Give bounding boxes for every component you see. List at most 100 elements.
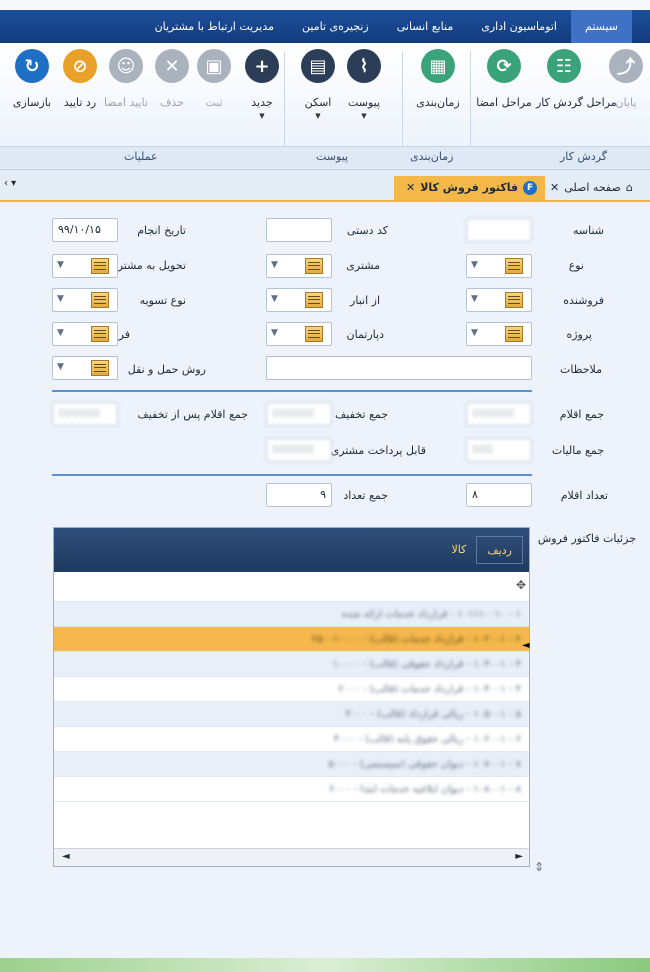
settlement-type-combo[interactable]: ▼: [52, 288, 118, 312]
tab-list-dropdown[interactable]: ‹ ▾: [4, 178, 16, 189]
move-handle-icon[interactable]: ✥: [516, 578, 526, 592]
manual-code-field[interactable]: [266, 218, 332, 242]
lookup-grid-icon[interactable]: [305, 326, 323, 342]
invoice-icon: F: [523, 181, 538, 195]
label-notes: ملاحظات: [560, 363, 602, 376]
label-manual-code: کد دستی: [346, 224, 388, 237]
chevron-down-icon: ▼: [471, 260, 478, 270]
label-seller: فروشنده: [563, 294, 604, 307]
column-row-number[interactable]: ردیف: [476, 536, 523, 564]
scroll-left-icon[interactable]: ◄: [62, 851, 70, 862]
table-row[interactable]: ۵ - ۱۰۵۰۰۱ - ریالی قرارداد (قالب) - ۳۰۰۰: [54, 702, 529, 727]
row-pointer-icon: ◄: [522, 640, 530, 651]
close-icon[interactable]: ✕: [550, 176, 559, 200]
customer-payable-field: 000000: [266, 438, 332, 462]
plus-icon: +: [245, 49, 279, 83]
label-from-warehouse: از انبار: [350, 294, 380, 307]
scroll-right-icon[interactable]: ►: [515, 851, 523, 862]
tab-home[interactable]: ⌂ صفحه اصلی ✕: [538, 176, 641, 200]
type-combo[interactable]: ▼: [466, 254, 532, 278]
lookup-grid-icon[interactable]: [305, 292, 323, 308]
label-customer-payable: قابل پرداخت مشتری: [330, 444, 426, 457]
resize-handle-icon[interactable]: ⇕: [534, 860, 544, 874]
grid-new-row[interactable]: [54, 572, 529, 602]
lookup-grid-icon[interactable]: [505, 326, 523, 342]
lookup-grid-icon[interactable]: [505, 258, 523, 274]
column-product[interactable]: کالا: [441, 536, 476, 564]
seller-combo[interactable]: ▼: [466, 288, 532, 312]
table-row[interactable]: ۶ - ۱۰۶۰۰۱ - ریالی حقوق پایه (قالب) - ۴۰…: [54, 727, 529, 752]
tax-sum-field: 000: [466, 438, 532, 462]
tab-sales-invoice[interactable]: F فاکتور فروش کالا ✕: [394, 176, 546, 200]
label-transport-method: روش حمل و نقل: [127, 363, 206, 376]
scheduling-button[interactable]: ▦ زمان‌بندی: [410, 49, 466, 110]
department-combo[interactable]: ▼: [266, 322, 332, 346]
lookup-grid-icon[interactable]: [305, 258, 323, 274]
workflow-end-icon: ⤴: [609, 49, 643, 83]
workflow-tree-icon: ☷: [547, 49, 581, 83]
horizontal-scrollbar[interactable]: ◄ ►: [54, 848, 529, 866]
customer-combo[interactable]: ▼: [266, 254, 332, 278]
workflow-steps-button[interactable]: ☷ مراحل گردش کار: [536, 49, 617, 110]
close-icon[interactable]: ✕: [406, 176, 415, 200]
table-row[interactable]: ۳ - ۱۰۳۰۰۱ - قرارداد حقوقی (قالب) - ۱۰۰۰…: [54, 652, 529, 677]
group-label-operations: عملیات: [124, 150, 158, 163]
label-type: نوع: [568, 259, 584, 272]
project-combo[interactable]: ▼: [466, 322, 532, 346]
table-row[interactable]: ۱ - ۱۰۱۱۱۰۰۱۰ - قرارداد خدمات ارائه شده: [54, 602, 529, 627]
main-menu-bar: سیستم اتوماسیون اداری منابع انسانی زنجیر…: [0, 10, 650, 43]
lookup-grid-icon[interactable]: [91, 292, 109, 308]
delete-icon: ✕: [155, 49, 189, 83]
group-label-scheduling: زمان‌بندی: [410, 150, 454, 163]
transport-method-combo[interactable]: ▼: [52, 356, 118, 380]
section-divider: [52, 390, 532, 392]
menu-office-automation[interactable]: اتوماسیون اداری: [467, 10, 571, 43]
scan-button[interactable]: ▤ اسکن ▼: [290, 49, 346, 120]
table-row[interactable]: ۴ - ۱۰۴۰۰۱ - قرارداد خدمات (قالب) - ۲۰۰۰: [54, 677, 529, 702]
lookup-grid-icon[interactable]: [91, 360, 109, 376]
label-execution-date: تاریخ انجام: [137, 224, 186, 237]
notes-field[interactable]: [266, 356, 532, 380]
menu-human-resources[interactable]: منابع انسانی: [383, 10, 468, 43]
ribbon-group-labels: گردش کار زمان‌بندی پیوست عملیات: [0, 146, 650, 168]
lookup-grid-icon[interactable]: [91, 326, 109, 342]
user-approve-icon: ☺: [109, 49, 143, 83]
refresh-button[interactable]: ↻ بازسازی: [4, 49, 60, 110]
menu-supply-chain[interactable]: زنجیره‌ی تامین: [288, 10, 383, 43]
label-customer: مشتری: [346, 259, 380, 272]
group-label-workflow: گردش کار: [560, 150, 608, 163]
deliver-to-customer-combo[interactable]: ▼: [52, 254, 118, 278]
table-row-selected[interactable]: ۲ - ۱۰۲۰۰۱ - قرارداد خدمات (قالب) - ۲۵۰۰…: [54, 627, 529, 652]
chevron-down-icon: ▼: [271, 260, 278, 270]
menu-crm[interactable]: مدیریت ارتباط با مشتریان: [141, 10, 288, 43]
window-bottom-strip: [0, 958, 650, 972]
chevron-down-icon: ▼: [57, 294, 64, 304]
paperclip-icon: ⌇: [347, 49, 381, 83]
warehouse-combo[interactable]: ▼: [266, 288, 332, 312]
section-divider: [52, 474, 532, 476]
form-combo[interactable]: ▼: [52, 322, 118, 346]
lookup-grid-icon[interactable]: [505, 292, 523, 308]
id-field[interactable]: [466, 218, 532, 242]
group-label-attachment: پیوست: [316, 150, 349, 163]
label-settlement-type: نوع تسویه: [139, 294, 186, 307]
label-discount-sum: جمع تخفیف: [335, 408, 388, 421]
label-item-count: تعداد اقلام: [560, 489, 608, 502]
table-row[interactable]: ۸ - ۱۰۸۰۰۱ - دیوان ابلاغیه خدمات ابتدا -…: [54, 777, 529, 802]
execution-date-field[interactable]: ۹۹/۱۰/۱۵: [52, 218, 118, 242]
details-label: جزئیات فاکتور فروش: [537, 532, 636, 545]
chevron-down-icon: ▼: [315, 112, 321, 120]
lookup-grid-icon[interactable]: [91, 258, 109, 274]
chevron-down-icon: ▼: [471, 328, 478, 338]
invoice-details-grid[interactable]: ردیف کالا ۱ - ۱۰۱۱۱۰۰۱۰ - قرارداد خدمات …: [53, 527, 530, 867]
save-icon: ▣: [197, 49, 231, 83]
label-id: شناسه: [572, 224, 604, 237]
signature-steps-button[interactable]: ⟳ مراحل امضا: [476, 49, 532, 110]
reject-approval-button[interactable]: ⊘ رد تایید: [52, 49, 108, 110]
menu-system[interactable]: سیستم: [571, 10, 632, 43]
table-row[interactable]: ۷ - ۱۰۷۰۰۱ - دیوان حقوقی (سیستمی) - ۵۰۰۰: [54, 752, 529, 777]
label-items-sum: جمع اقلام: [559, 408, 604, 421]
new-button[interactable]: + جدید ▼: [234, 49, 290, 120]
items-sum-field: 000000: [466, 402, 532, 426]
calendar-icon: ▦: [421, 49, 455, 83]
